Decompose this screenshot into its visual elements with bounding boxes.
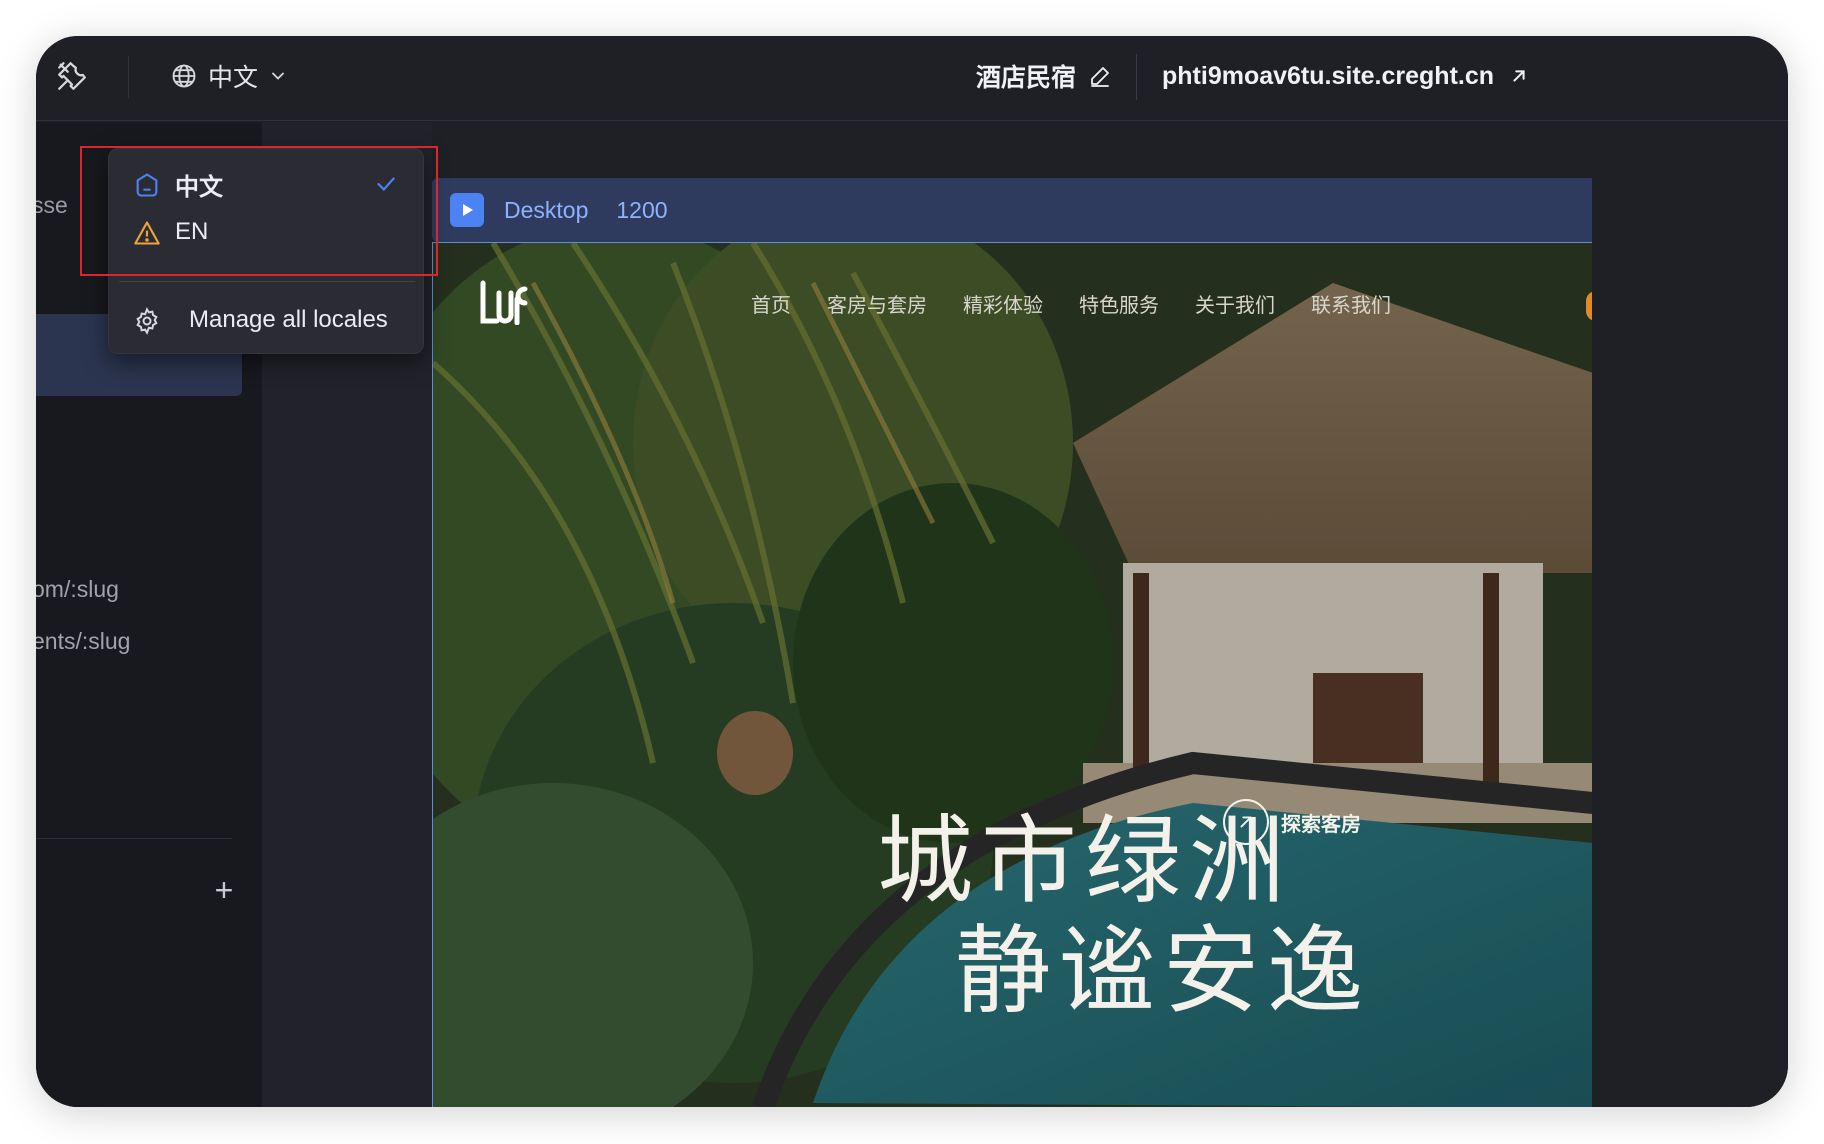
chevron-down-icon [272,72,284,80]
locale-switcher[interactable]: 中文 [170,54,288,98]
topbar-divider [128,56,129,98]
external-link-icon [1513,70,1525,82]
site-url-link[interactable]: phti9moav6tu.site.creght.cn [1162,54,1530,98]
annotation-highlight [80,146,438,276]
topbar-divider-2 [1136,54,1137,100]
nav-rooms[interactable]: 客房与套房 [827,289,927,318]
sidebar-route-item[interactable]: om/:slug [36,576,119,603]
manage-locales-item[interactable]: Manage all locales [109,295,423,345]
explore-rooms-label: 探索客房 [1281,813,1361,836]
site-logo[interactable] [477,279,537,330]
sidebar-divider [36,838,232,839]
device-width[interactable]: 1200 [616,197,667,224]
preview-play-button[interactable] [450,193,484,227]
top-bar: 中文 酒店民宿 phti9moav6tu.site.creght.cn [36,36,1788,121]
nav-contact[interactable]: 联系我们 [1311,289,1391,318]
globe-icon [172,64,196,88]
site-url-label: phti9moav6tu.site.creght.cn [1162,61,1495,90]
device-name[interactable]: Desktop [504,197,588,224]
device-bar: Desktop 1200 [432,178,1592,242]
app-window: 中文 酒店民宿 phti9moav6tu.site.creght.cn sse … [36,36,1788,1107]
site-title[interactable]: 酒店民宿 [976,54,1112,98]
nav-home[interactable]: 首页 [751,289,791,318]
explore-rooms-button[interactable]: 探索客房 [1223,799,1361,845]
canvas-area: Desktop 1200 首页 客房与套房 精彩体验 特色服务 关于我们 联系我… [432,122,1788,1107]
nav-about[interactable]: 关于我们 [1195,289,1275,318]
add-button[interactable]: + [206,872,242,908]
manage-locales-label: Manage all locales [189,306,388,333]
nav-services[interactable]: 特色服务 [1079,289,1159,318]
play-icon [463,204,473,216]
tools-icon [58,62,86,90]
edit-icon [1091,67,1109,87]
dropdown-divider [119,281,415,282]
current-locale-label: 中文 [208,64,259,92]
site-nav: 首页 客房与套房 精彩体验 特色服务 关于我们 联系我们 [751,289,1391,318]
nav-cta-edge[interactable] [1586,291,1592,321]
nav-experiences[interactable]: 精彩体验 [963,289,1043,318]
tools-button[interactable] [50,54,94,98]
sidebar-partial-text: sse [36,192,68,218]
gear-icon [136,307,158,335]
site-preview[interactable]: 首页 客房与套房 精彩体验 特色服务 关于我们 联系我们 城市绿洲 静谧安逸 探… [432,242,1592,1107]
arrow-up-right-icon [1223,799,1269,845]
sidebar-route-item[interactable]: ents/:slug [36,628,130,655]
site-title-label: 酒店民宿 [976,64,1077,92]
logo-icon [480,280,528,326]
hero-title-line2: 静谧安逸 [955,918,1371,1025]
